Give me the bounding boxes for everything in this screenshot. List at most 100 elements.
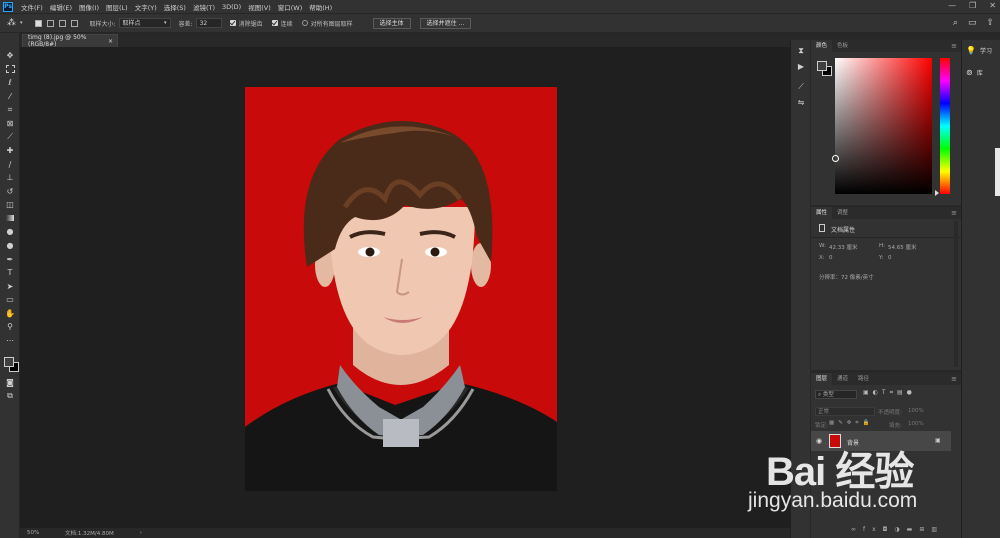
eyedropper-tool-icon[interactable]: ⟋ bbox=[5, 132, 15, 142]
tab-color[interactable]: 颜色 bbox=[811, 40, 833, 52]
document-photo[interactable] bbox=[245, 87, 557, 491]
menu-filter[interactable]: 滤镜(T) bbox=[193, 2, 215, 12]
tab-layers[interactable]: 图层 bbox=[811, 373, 833, 385]
tab-paths[interactable]: 路径 bbox=[853, 373, 874, 385]
photoshop-logo[interactable]: Ps bbox=[3, 1, 13, 12]
panel-menu-icon[interactable]: ≡ bbox=[951, 207, 957, 219]
history-brush-tool-icon[interactable]: ↺ bbox=[5, 186, 15, 196]
more-tools-icon[interactable]: ⋯ bbox=[5, 335, 15, 345]
dodge-tool-icon[interactable]: ● bbox=[5, 240, 15, 250]
menu-layer[interactable]: 图层(L) bbox=[106, 2, 128, 12]
lock-icons[interactable]: ▦✎✥⌗🔒 bbox=[829, 420, 873, 427]
close-button[interactable]: ✕ bbox=[989, 1, 996, 10]
menu-help[interactable]: 帮助(H) bbox=[309, 2, 332, 12]
select-and-mask-button[interactable]: 选择并遮住 ... bbox=[419, 17, 472, 29]
width-value[interactable]: 42.33 厘米 bbox=[829, 243, 858, 251]
layer-name[interactable]: 背景 bbox=[847, 438, 859, 447]
x-value[interactable]: 0 bbox=[829, 255, 833, 261]
menu-select[interactable]: 选择(S) bbox=[164, 2, 186, 12]
type-tool-icon[interactable]: T bbox=[5, 267, 15, 277]
pen-tool-icon[interactable]: ✒ bbox=[5, 254, 15, 264]
hue-slider-handle-icon[interactable] bbox=[935, 190, 939, 196]
tab-swatches[interactable]: 色板 bbox=[832, 40, 853, 52]
height-value[interactable]: 54.65 厘米 bbox=[888, 243, 917, 251]
fill-value[interactable]: 100% bbox=[908, 421, 924, 427]
clone-stamp-tool-icon[interactable]: ⊥ bbox=[5, 172, 15, 182]
color-field[interactable] bbox=[835, 58, 932, 194]
crop-tool-icon[interactable]: ⌗ bbox=[5, 105, 15, 115]
libraries-button[interactable]: ⊚ 库 bbox=[966, 68, 983, 77]
properties-scrollbar[interactable] bbox=[954, 221, 958, 367]
marquee-tool-icon[interactable] bbox=[5, 64, 15, 74]
hue-slider[interactable] bbox=[940, 58, 950, 194]
frame-tool-icon[interactable]: ⊠ bbox=[5, 118, 15, 128]
link-layers-icon[interactable]: ∞ bbox=[851, 526, 863, 533]
zoom-level[interactable]: 50% bbox=[27, 530, 63, 536]
chevron-down-icon[interactable]: ▾ bbox=[20, 20, 23, 26]
sample-size-select[interactable]: 取样点 ▾ bbox=[118, 18, 171, 28]
foreground-color-swatch[interactable] bbox=[4, 357, 14, 367]
lasso-tool-icon[interactable]: ℓ bbox=[5, 77, 15, 87]
blend-mode-select[interactable]: 正常 bbox=[815, 407, 875, 416]
adjustments-icon[interactable]: ⇋ bbox=[796, 97, 806, 107]
menu-view[interactable]: 视图(V) bbox=[248, 2, 271, 12]
layer-filter-select[interactable]: ⌕ 类型 bbox=[815, 390, 857, 399]
minimize-button[interactable]: — bbox=[948, 1, 956, 10]
tab-properties[interactable]: 属性 bbox=[811, 207, 833, 219]
menu-edit[interactable]: 编辑(E) bbox=[50, 2, 72, 12]
contiguous-checkbox[interactable] bbox=[271, 20, 278, 26]
restore-button[interactable]: ❐ bbox=[969, 1, 976, 10]
menu-file[interactable]: 文件(F) bbox=[21, 2, 43, 12]
mask-icon[interactable]: ◘ bbox=[883, 526, 895, 533]
eye-icon[interactable]: ◉ bbox=[816, 437, 822, 445]
opacity-value[interactable]: 100% bbox=[908, 408, 924, 414]
antialias-checkbox[interactable] bbox=[229, 20, 236, 26]
panel-menu-icon[interactable]: ≡ bbox=[951, 40, 957, 52]
canvas-area[interactable] bbox=[20, 47, 790, 528]
rectangle-tool-icon[interactable]: ▭ bbox=[5, 294, 15, 304]
folder-icon[interactable]: ▬ bbox=[907, 526, 920, 533]
menu-3d[interactable]: 3D(D) bbox=[222, 3, 241, 11]
trash-icon[interactable]: ▥ bbox=[931, 526, 944, 533]
brush-settings-icon[interactable]: ⟋ bbox=[796, 82, 806, 92]
actions-play-icon[interactable]: ▶ bbox=[796, 61, 806, 71]
menu-type[interactable]: 文字(Y) bbox=[135, 2, 157, 12]
layer-filter-icons[interactable]: ▣◐T⌗▤● bbox=[863, 389, 916, 397]
path-selection-tool-icon[interactable]: ➤ bbox=[5, 281, 15, 291]
new-selection-icon[interactable] bbox=[34, 19, 42, 27]
search-icon[interactable]: ⌕ bbox=[953, 18, 958, 28]
foreground-swatch[interactable] bbox=[817, 61, 827, 71]
zoom-tool-icon[interactable]: ⚲ bbox=[5, 321, 15, 331]
subtract-selection-icon[interactable] bbox=[58, 19, 66, 27]
tab-adjustments[interactable]: 调整 bbox=[832, 207, 853, 219]
fx-icon[interactable]: fx bbox=[863, 526, 883, 533]
history-icon[interactable]: ⧗ bbox=[796, 46, 806, 56]
eraser-tool-icon[interactable]: ◫ bbox=[5, 199, 15, 209]
magic-wand-tool-icon[interactable]: ⁄ bbox=[5, 91, 15, 101]
healing-brush-tool-icon[interactable]: ✚ bbox=[5, 145, 15, 155]
y-value[interactable]: 0 bbox=[888, 255, 892, 261]
workspace-icon[interactable]: ▭ bbox=[968, 18, 977, 28]
tolerance-input[interactable]: 32 bbox=[195, 18, 222, 28]
gradient-tool-icon[interactable] bbox=[5, 213, 15, 223]
share-icon[interactable]: ⇪ bbox=[986, 18, 994, 28]
add-selection-icon[interactable] bbox=[46, 19, 54, 27]
magic-wand-icon[interactable]: ⁂ bbox=[7, 18, 16, 28]
blur-tool-icon[interactable]: ● bbox=[5, 226, 15, 236]
close-icon[interactable]: × bbox=[108, 38, 113, 45]
quick-mask-icon[interactable]: ◙ bbox=[5, 377, 15, 387]
layer-row-background[interactable]: ◉ 背景 ▣ bbox=[811, 431, 951, 451]
menu-image[interactable]: 图像(I) bbox=[79, 2, 99, 12]
intersect-selection-icon[interactable] bbox=[70, 19, 78, 27]
new-layer-icon[interactable]: ⊞ bbox=[919, 526, 931, 533]
document-tab[interactable]: timg (8).jpg @ 50%(RGB/8#) × bbox=[22, 34, 118, 48]
menu-window[interactable]: 窗口(W) bbox=[278, 2, 303, 12]
tab-channels[interactable]: 通道 bbox=[832, 373, 853, 385]
select-subject-button[interactable]: 选择主体 bbox=[372, 17, 411, 29]
panel-menu-icon[interactable]: ≡ bbox=[951, 373, 957, 385]
right-edge-scroll-tab[interactable] bbox=[995, 148, 1000, 196]
brush-tool-icon[interactable]: ∕ bbox=[5, 159, 15, 169]
hand-tool-icon[interactable]: ✋ bbox=[5, 308, 15, 318]
learn-button[interactable]: 💡 学习 bbox=[966, 46, 992, 55]
sample-all-radio[interactable] bbox=[301, 20, 308, 26]
